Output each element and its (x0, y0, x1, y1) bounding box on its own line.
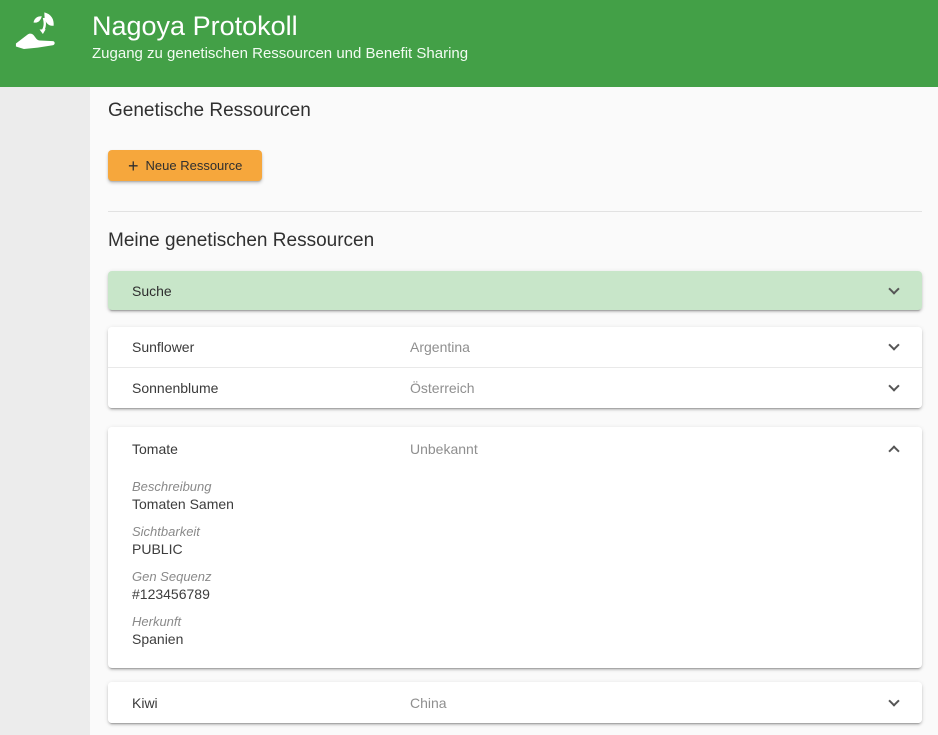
app-subtitle: Zugang zu genetischen Ressourcen und Ben… (92, 44, 468, 64)
resource-title: Sunflower (132, 339, 410, 355)
resource-panel-kiwi-header[interactable]: Kiwi China (108, 682, 922, 723)
resource-origin: China (410, 695, 890, 711)
resource-origin: Argentina (410, 339, 890, 355)
chevron-down-icon (888, 695, 899, 706)
header-title-block: Nagoya Protokoll Zugang zu genetischen R… (92, 6, 468, 64)
resource-panel-kiwi: Kiwi China (108, 682, 922, 723)
detail-field-beschreibung: Beschreibung Tomaten Samen (132, 479, 898, 513)
detail-field-gen-sequenz: Gen Sequenz #123456789 (132, 569, 898, 603)
resource-title: Tomate (132, 441, 410, 457)
app-header: Nagoya Protokoll Zugang zu genetischen R… (0, 0, 938, 87)
detail-field-sichtbarkeit: Sichtbarkeit PUBLIC (132, 524, 898, 558)
chevron-up-icon (888, 445, 899, 456)
chevron-down-icon (888, 380, 899, 391)
hand-holding-seedling-icon (12, 8, 68, 64)
field-value: #123456789 (132, 585, 898, 603)
field-label: Herkunft (132, 614, 898, 630)
main-content: Genetische Ressourcen + Neue Ressource M… (90, 87, 938, 735)
my-resources-heading: Meine genetischen Ressourcen (108, 229, 922, 252)
app-window: Nagoya Protokoll Zugang zu genetischen R… (0, 0, 938, 735)
section-divider (108, 211, 922, 212)
app-title: Nagoya Protokoll (92, 10, 468, 42)
resource-panel-tomate-header[interactable]: Tomate Unbekannt (108, 427, 922, 471)
resource-title: Sonnenblume (132, 380, 410, 396)
field-value: PUBLIC (132, 540, 898, 558)
resource-origin: Österreich (410, 380, 890, 396)
resource-panel-tomate-expanded: Tomate Unbekannt Beschreibung Tomaten Sa… (108, 427, 922, 668)
detail-field-herkunft: Herkunft Spanien (132, 614, 898, 648)
plus-icon: + (128, 157, 139, 175)
chevron-down-icon (888, 283, 899, 294)
new-resource-button[interactable]: + Neue Ressource (108, 150, 262, 181)
resource-title: Kiwi (132, 695, 410, 711)
search-panel-header[interactable]: Suche (108, 271, 922, 310)
resource-panel-sunflower[interactable]: Sunflower Argentina (108, 327, 922, 367)
field-label: Beschreibung (132, 479, 898, 495)
resource-panel-sonnenblume[interactable]: Sonnenblume Österreich (108, 368, 922, 408)
page-title-genetic-resources: Genetische Ressourcen (108, 99, 922, 122)
new-resource-button-label: Neue Ressource (146, 158, 243, 173)
field-value: Spanien (132, 630, 898, 648)
field-label: Gen Sequenz (132, 569, 898, 585)
resource-detail-body: Beschreibung Tomaten Samen Sichtbarkeit … (108, 471, 922, 668)
resource-origin: Unbekannt (410, 441, 890, 457)
field-value: Tomaten Samen (132, 495, 898, 513)
resource-accordion-group: Sunflower Argentina Sonnenblume Österrei… (108, 327, 922, 408)
chevron-down-icon (888, 339, 899, 350)
search-panel-label: Suche (132, 283, 172, 299)
field-label: Sichtbarkeit (132, 524, 898, 540)
